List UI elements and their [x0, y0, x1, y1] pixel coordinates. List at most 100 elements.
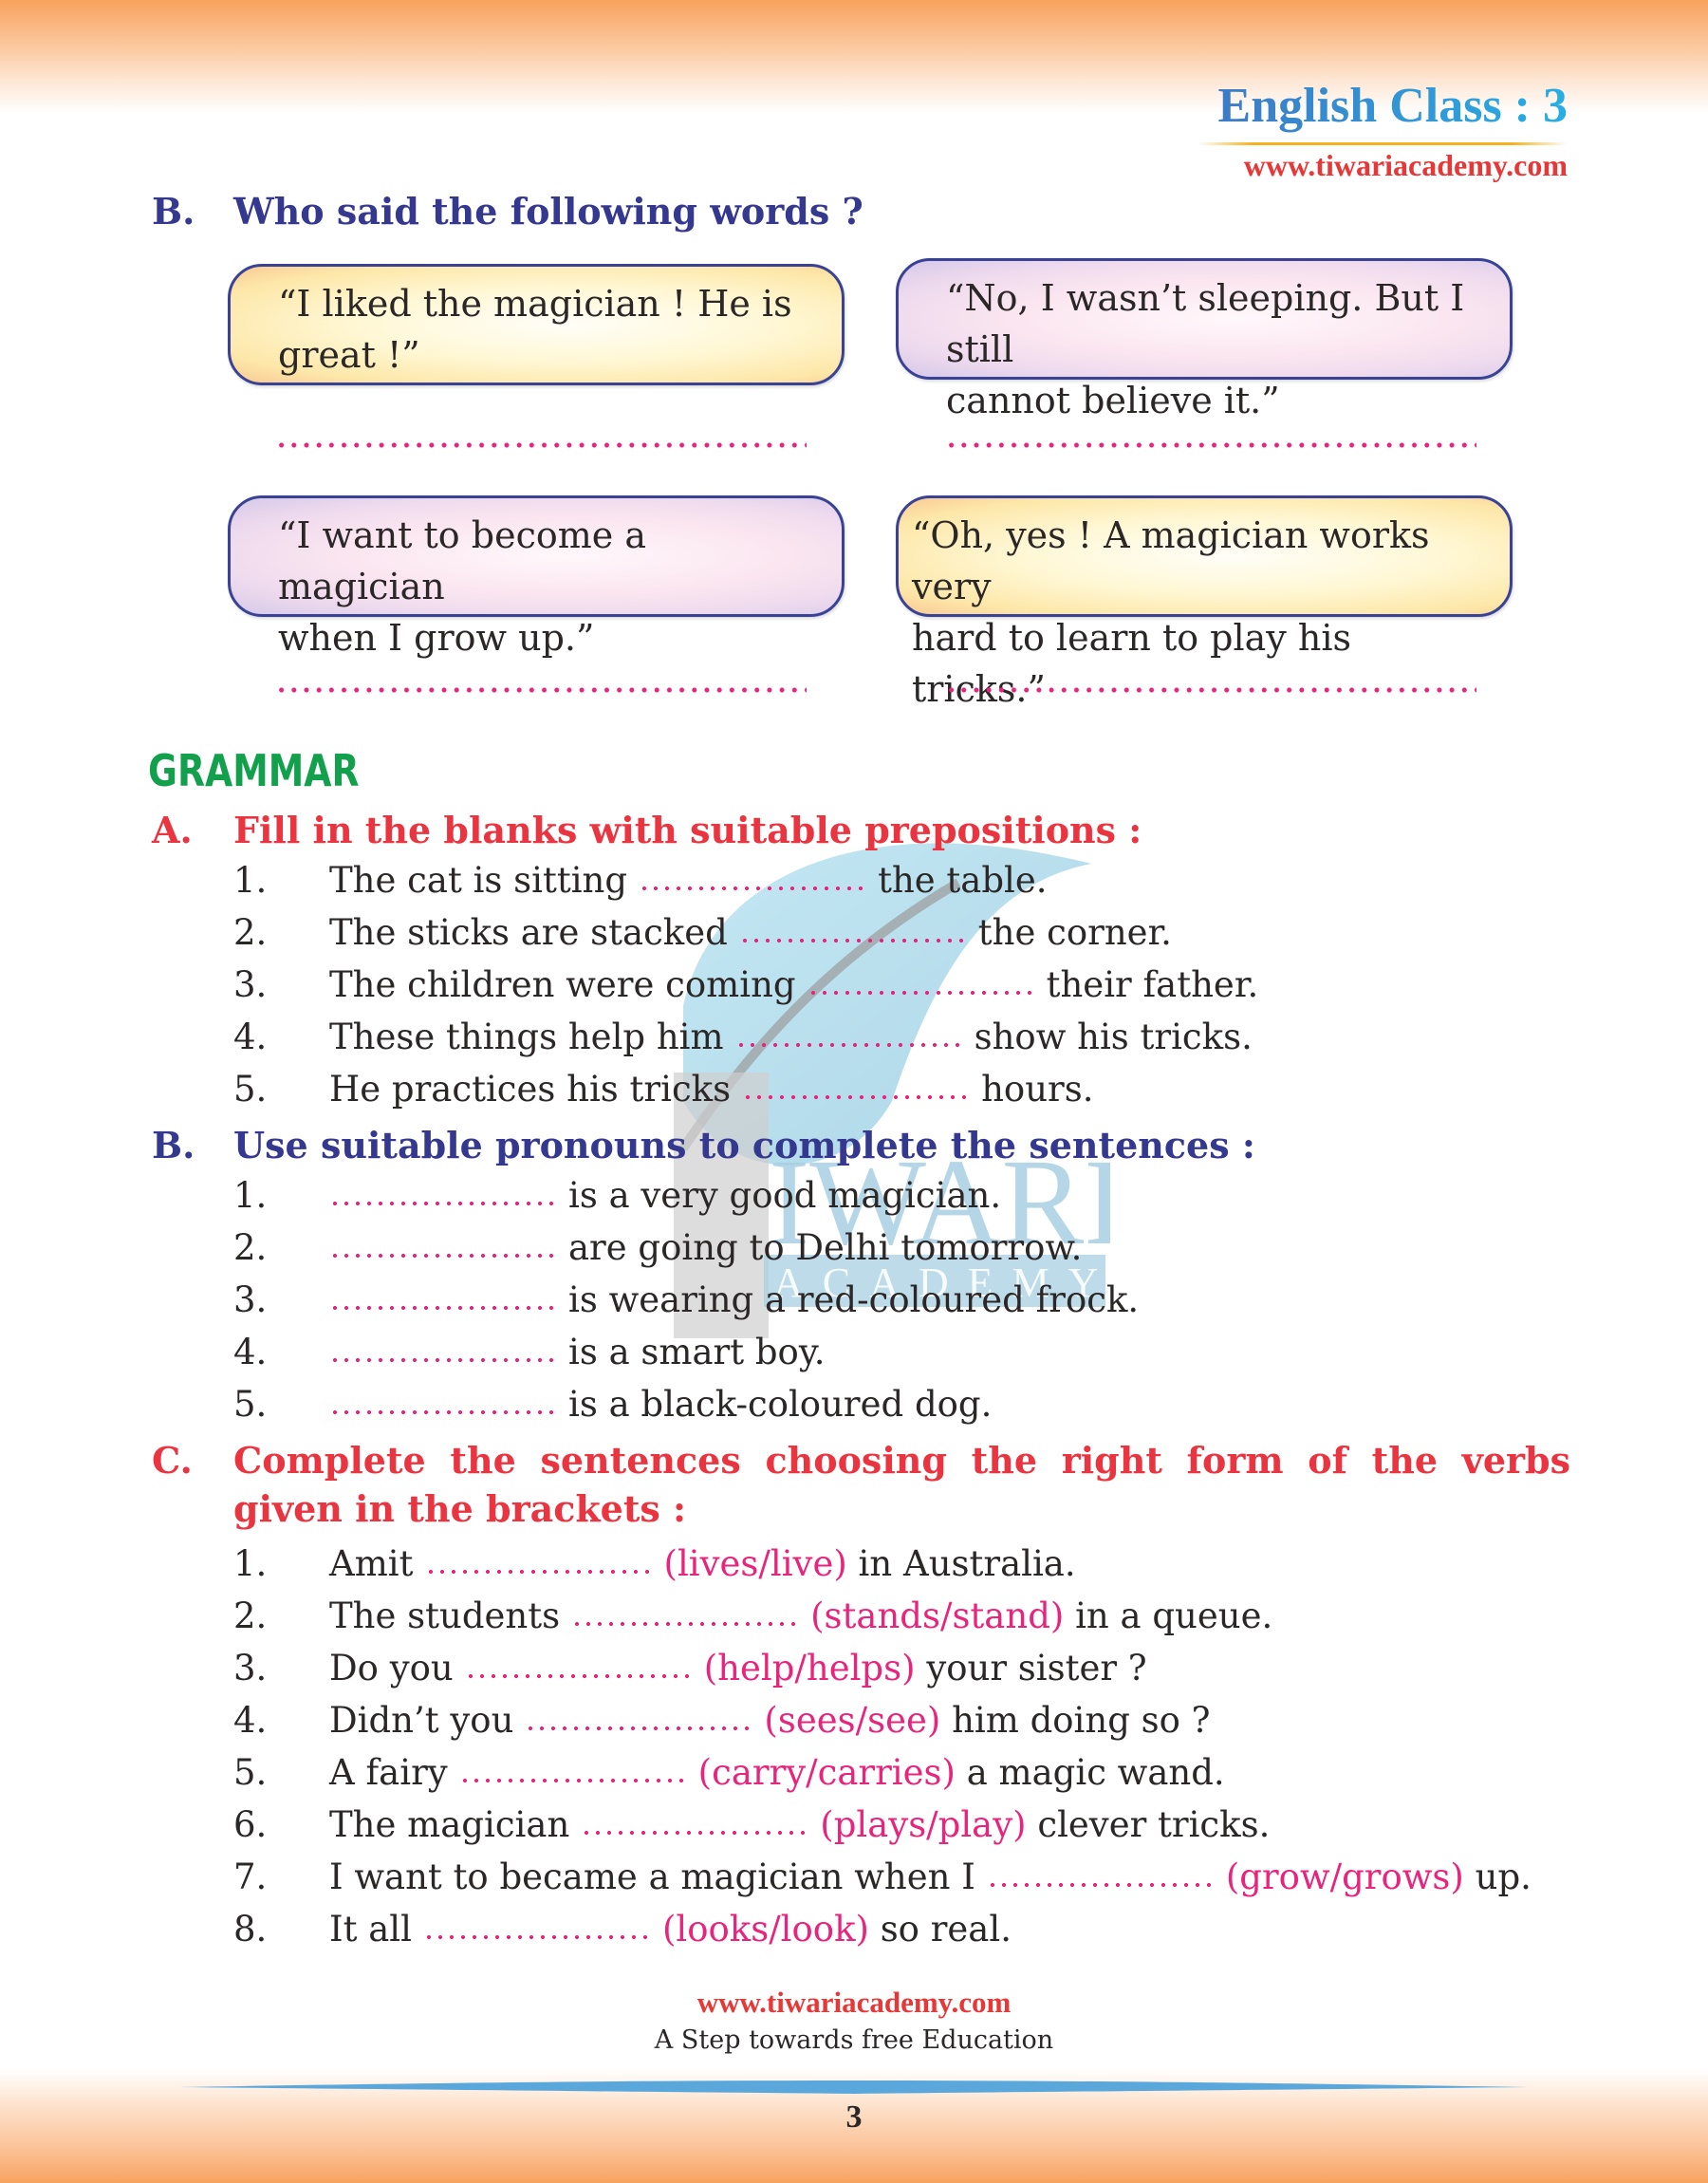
header-divider: [1197, 142, 1568, 145]
quote-line: “No, I wasn’t sleeping. But I still: [946, 277, 1465, 370]
item-text-after: the table.: [878, 860, 1048, 901]
verb-options-hint: (lives/live): [663, 1543, 847, 1584]
item-text-after: is a black-coloured dog.: [568, 1384, 993, 1425]
fill-blank[interactable]: [734, 1041, 963, 1049]
item-text-before: The children were coming: [329, 964, 796, 1005]
answer-blank-4[interactable]: [945, 687, 1476, 693]
item-number: 5.: [233, 1384, 268, 1425]
quote-line: “I want to become a magician: [278, 514, 646, 607]
exercise-c-item-7: 7. I want to became a magician when I (g…: [233, 1856, 1532, 1908]
page-title: English Class : 3: [1217, 79, 1568, 133]
section-letter: B.: [152, 190, 195, 233]
item-text-before: The sticks are stacked: [329, 912, 728, 953]
header-url-link[interactable]: www.tiwariacademy.com: [1244, 148, 1568, 183]
page-number: 3: [845, 2099, 863, 2135]
quote-line: “I liked the magician ! He is: [278, 283, 792, 325]
item-text-after: him doing so ?: [952, 1700, 1211, 1741]
item-number: 1.: [233, 1175, 268, 1216]
exercise-c-item-6: 6. The magician (plays/play) clever tric…: [233, 1804, 1270, 1856]
speech-bubble-2: “No, I wasn’t sleeping. But I still cann…: [896, 258, 1513, 421]
item-text-after: are going to Delhi tomorrow.: [568, 1227, 1083, 1268]
item-text-after: a magic wand.: [966, 1752, 1225, 1793]
fill-blank[interactable]: [329, 1252, 557, 1259]
verb-options-hint: (carry/carries): [697, 1752, 956, 1793]
exercise-heading-line1: Complete the sentences choosing the righ…: [233, 1439, 1570, 1482]
item-number: 5.: [233, 1752, 268, 1793]
exercise-c-item-4: 4. Didn’t you (sees/see) him doing so ?: [233, 1700, 1211, 1751]
item-text-after: so real.: [880, 1909, 1012, 1950]
speech-bubble-4: “Oh, yes ! A magician works very hard to…: [896, 495, 1513, 710]
exercise-b-item-3: 3. is wearing a red-coloured frock.: [233, 1279, 1139, 1331]
speech-bubble-3: “I want to become a magician when I grow…: [228, 495, 845, 659]
exercise-b-item-2: 2. are going to Delhi tomorrow.: [233, 1227, 1082, 1278]
fill-blank[interactable]: [458, 1777, 687, 1784]
quote-line: hard to learn to play his tricks.”: [912, 617, 1351, 710]
item-text-before: I want to became a magician when I: [329, 1856, 975, 1897]
verb-options-hint: (grow/grows): [1225, 1856, 1464, 1897]
quote-line: when I grow up.”: [278, 617, 595, 659]
exercise-a-item-3: 3. The children were coming their father…: [233, 964, 1258, 1016]
fill-blank[interactable]: [424, 1568, 653, 1576]
item-text-before: The students: [329, 1595, 561, 1636]
quote-line: great !”: [278, 334, 420, 376]
item-text-after: is a very good magician.: [568, 1175, 1002, 1216]
exercise-letter: C.: [152, 1439, 193, 1482]
answer-blank-3[interactable]: [275, 687, 807, 693]
exercise-heading-line2: given in the brackets :: [233, 1487, 687, 1530]
fill-blank[interactable]: [581, 1829, 809, 1837]
verb-options-hint: (looks/look): [661, 1909, 869, 1950]
grammar-title: GRAMMAR: [148, 745, 360, 796]
item-text-after: your sister ?: [926, 1648, 1147, 1689]
exercise-letter: B.: [152, 1124, 195, 1166]
exercise-a-item-2: 2. The sticks are stacked the corner.: [233, 912, 1172, 963]
item-text-after: in Australia.: [858, 1543, 1076, 1584]
verb-options-hint: (help/helps): [703, 1648, 916, 1689]
fill-blank[interactable]: [329, 1304, 557, 1312]
item-text-before: Do you: [329, 1648, 454, 1689]
exercise-b-item-4: 4. is a smart boy.: [233, 1332, 826, 1383]
footer-divider: [180, 2080, 1528, 2094]
fill-blank[interactable]: [422, 1933, 651, 1941]
exercise-b-heading: B. Use suitable pronouns to complete the …: [152, 1124, 1255, 1166]
item-text-before: A fairy: [329, 1752, 448, 1793]
item-text-after: is wearing a red-coloured frock.: [568, 1279, 1140, 1320]
item-text-after: the corner.: [977, 912, 1172, 953]
verb-options-hint: (plays/play): [820, 1804, 1027, 1845]
fill-blank[interactable]: [807, 989, 1035, 997]
fill-blank[interactable]: [329, 1200, 557, 1207]
fill-blank[interactable]: [329, 1356, 557, 1364]
footer-tagline: A Step towards free Education: [654, 2025, 1054, 2055]
exercise-c-item-5: 5. A fairy (carry/carries) a magic wand.: [233, 1752, 1225, 1803]
fill-blank[interactable]: [738, 937, 967, 944]
item-text-after: their father.: [1046, 964, 1259, 1005]
item-number: 2.: [233, 1595, 268, 1636]
fill-blank[interactable]: [639, 885, 867, 892]
fill-blank[interactable]: [571, 1620, 800, 1628]
fill-blank[interactable]: [329, 1409, 557, 1416]
exercise-c-item-1: 1. Amit (lives/live) in Australia.: [233, 1543, 1076, 1595]
item-text-before: Amit: [329, 1543, 414, 1584]
fill-blank[interactable]: [525, 1725, 753, 1732]
item-text-before: The cat is sitting: [329, 860, 628, 901]
fill-blank[interactable]: [986, 1881, 1215, 1889]
fill-blank[interactable]: [464, 1672, 693, 1680]
footer-url-link[interactable]: www.tiwariacademy.com: [0, 1986, 1708, 2020]
item-number: 5.: [233, 1069, 268, 1110]
answer-blank-2[interactable]: [945, 442, 1476, 448]
exercise-b-item-5: 5. is a black-coloured dog.: [233, 1384, 992, 1435]
section-heading-text: Who said the following words ?: [233, 190, 863, 233]
item-number: 4.: [233, 1332, 268, 1372]
item-text-after: in a queue.: [1075, 1595, 1273, 1636]
quote-line: cannot believe it.”: [946, 380, 1280, 421]
item-text-before: Didn’t you: [329, 1700, 514, 1741]
exercise-a-item-4: 4. These things help him show his tricks…: [233, 1017, 1253, 1068]
item-number: 6.: [233, 1804, 268, 1845]
item-number: 2.: [233, 912, 268, 953]
answer-blank-1[interactable]: [275, 442, 807, 448]
speech-bubble-1: “I liked the magician ! He is great !”: [228, 264, 845, 385]
verb-options-hint: (sees/see): [764, 1700, 941, 1741]
item-number: 2.: [233, 1227, 268, 1268]
exercise-c-item-3: 3. Do you (help/helps) your sister ?: [233, 1648, 1147, 1699]
fill-blank[interactable]: [742, 1093, 971, 1101]
item-text-before: He practices his tricks: [329, 1069, 732, 1110]
